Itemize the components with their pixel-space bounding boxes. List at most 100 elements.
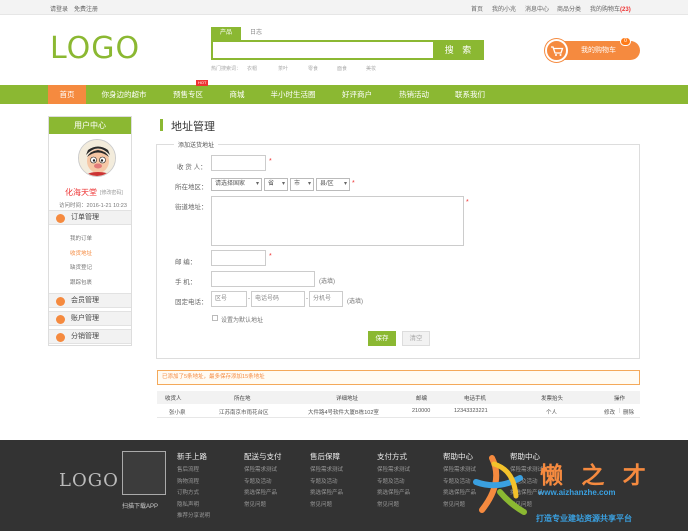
title-accent-bar <box>160 119 163 131</box>
page-title: 地址管理 <box>171 121 215 133</box>
area-code-input[interactable]: 区号 <box>211 291 247 307</box>
my-shop-link[interactable]: 我的小兆 <box>492 4 516 13</box>
row-name: 张小泉 <box>169 410 186 416</box>
receiver-input[interactable] <box>211 155 266 171</box>
hot-badge: HOT <box>196 80 209 86</box>
avatar-cartoon-icon <box>79 140 115 176</box>
footer-link[interactable]: 常见问题 <box>377 500 410 512</box>
province-select[interactable]: 省 <box>264 178 288 191</box>
search-tab-products[interactable]: 产品 <box>211 27 241 40</box>
hotword-link[interactable]: 茶叶 <box>278 65 288 72</box>
categories-link[interactable]: 商品分类 <box>557 4 581 13</box>
messages-link[interactable]: 消息中心 <box>525 4 549 13</box>
footer-link[interactable]: 保险需求测试 <box>244 465 282 477</box>
default-address-checkbox[interactable] <box>212 315 218 321</box>
zip-label: 邮 编： <box>175 259 197 266</box>
footer-link[interactable]: 订购方式 <box>177 488 210 500</box>
footer-column: 售后保障保险需求测试 专题及活动 挑选保险产品 常见问题 <box>310 451 343 511</box>
watermark: 懒 之 才 www.aizhanzhe.com 打造专业建站资源共享平台 <box>470 452 688 531</box>
footer-link[interactable]: 常见问题 <box>244 500 282 512</box>
cart-count-badge: 0 <box>620 37 631 46</box>
table-header-cell: 电话手机 <box>464 396 487 402</box>
row-edit-link[interactable]: 修改 <box>604 408 615 416</box>
footer-link[interactable]: 挑选保险产品 <box>244 488 282 500</box>
row-action-separator: | <box>619 408 621 414</box>
sidebar-item-track-package[interactable]: 跟踪包裹 <box>70 278 92 286</box>
sidebar-section-orders[interactable]: 订单管理 <box>49 210 131 225</box>
mobile-input[interactable] <box>211 271 315 287</box>
search-input[interactable] <box>211 40 435 60</box>
table-header-cell: 操作 <box>614 396 626 402</box>
mobile-label: 手 机： <box>175 279 197 286</box>
home-link[interactable]: 首页 <box>471 4 483 13</box>
nav-item-half-hour-life[interactable]: 半小时生活圈 <box>262 85 324 104</box>
country-select[interactable]: 请选择国家 <box>211 178 262 191</box>
sidebar-section-distribution[interactable]: 分销管理 <box>49 329 131 344</box>
nav-item-presale[interactable]: 预售专区 <box>165 85 211 104</box>
extension-input[interactable]: 分机号 <box>309 291 343 307</box>
footer-link[interactable]: 挑选保险产品 <box>377 488 410 500</box>
visit-time: 访问时间：2016-1-21 10:23 <box>59 201 127 209</box>
top-bar: 请登录 免费注册 首页 我的小兆 消息中心 商品分类 我的购物车(23) <box>0 0 688 15</box>
footer-column-title: 售后保障 <box>310 452 340 461</box>
edit-password-link[interactable]: [修改密码] <box>100 189 123 196</box>
cart-count-text: (23) <box>620 7 631 13</box>
site-logo[interactable]: LOGO <box>50 31 140 66</box>
footer-link[interactable]: 保险需求测试 <box>310 465 343 477</box>
nav-item-home[interactable]: 首页 <box>48 85 86 104</box>
hotword-link[interactable]: 面食 <box>337 65 347 72</box>
sidebar-item-stockout[interactable]: 缺货登记 <box>70 263 92 271</box>
sidebar-section-accounts[interactable]: 账户管理 <box>49 311 131 326</box>
phone-label: 固定电话： <box>175 299 208 306</box>
search-tab-logs[interactable]: 日志 <box>241 27 271 40</box>
hotword-link[interactable]: 美妆 <box>366 65 376 72</box>
phone-number-input[interactable]: 电话号码 <box>251 291 305 307</box>
footer-link[interactable]: 购物流程 <box>177 477 210 489</box>
street-textarea[interactable] <box>211 196 464 246</box>
my-cart-link[interactable]: 我的购物车(23) <box>590 4 631 13</box>
footer-link[interactable]: 专题及活动 <box>377 477 410 489</box>
sidebar-section-members[interactable]: 会员管理 <box>49 293 131 308</box>
sidebar-item-addresses[interactable]: 收货地址 <box>70 249 92 257</box>
form-legend: 添加送货地址 <box>174 140 219 149</box>
nav-item-nearby-market[interactable]: 你身边的超市 <box>92 85 156 104</box>
footer-link[interactable]: 保险需求测试 <box>377 465 410 477</box>
footer-link[interactable]: 专题及活动 <box>244 477 282 489</box>
cart-label: 我的购物车 <box>581 47 616 54</box>
district-select[interactable]: 县/区 <box>316 178 350 191</box>
username: 化海天堂 <box>65 188 97 197</box>
hotword-link[interactable]: 衣帽 <box>247 65 257 72</box>
user-avatar[interactable] <box>78 139 116 177</box>
nav-item-top-merchants[interactable]: 好评商户 <box>334 85 380 104</box>
table-header-cell: 所在地 <box>234 396 251 402</box>
nav-item-mall[interactable]: 商城 <box>220 85 254 104</box>
footer-link[interactable]: 常见问题 <box>310 500 343 512</box>
my-cart-label: 我的购物车 <box>590 7 621 13</box>
row-phone: 12343323221 <box>454 408 488 414</box>
search-button[interactable]: 搜 索 <box>435 40 484 60</box>
city-select[interactable]: 市 <box>290 178 314 191</box>
footer-link[interactable]: 推荐分享说明 <box>177 511 210 523</box>
row-region: 江苏南京市雨花台区 <box>219 410 269 416</box>
footer-link[interactable]: 挑选保险产品 <box>310 488 343 500</box>
footer-link[interactable]: 隐私声明 <box>177 500 210 512</box>
footer-link[interactable]: 专题及活动 <box>310 477 343 489</box>
region-label: 所在地区： <box>175 184 208 191</box>
table-header-cell: 邮编 <box>416 396 428 402</box>
save-button[interactable]: 保存 <box>368 331 396 346</box>
sidebar-section-label: 订单管理 <box>71 214 99 221</box>
row-invoice: 个人 <box>546 410 558 416</box>
row-delete-link[interactable]: 删除 <box>623 408 634 416</box>
footer-link[interactable]: 售后流程 <box>177 465 210 477</box>
clear-button[interactable]: 清空 <box>402 331 430 346</box>
nav-item-hot-activities[interactable]: 热销活动 <box>391 85 437 104</box>
login-link[interactable]: 请登录 <box>50 4 68 13</box>
nav-item-contact[interactable]: 联系我们 <box>447 85 493 104</box>
zip-input[interactable] <box>211 250 266 266</box>
visit-time-label: 访问时间： <box>59 203 87 209</box>
register-link[interactable]: 免费注册 <box>74 4 98 13</box>
sidebar-section-label: 会员管理 <box>71 297 99 304</box>
hotword-link[interactable]: 零食 <box>308 65 318 72</box>
phone-separator: - <box>306 296 308 302</box>
sidebar-item-my-orders[interactable]: 我的订单 <box>70 234 92 242</box>
